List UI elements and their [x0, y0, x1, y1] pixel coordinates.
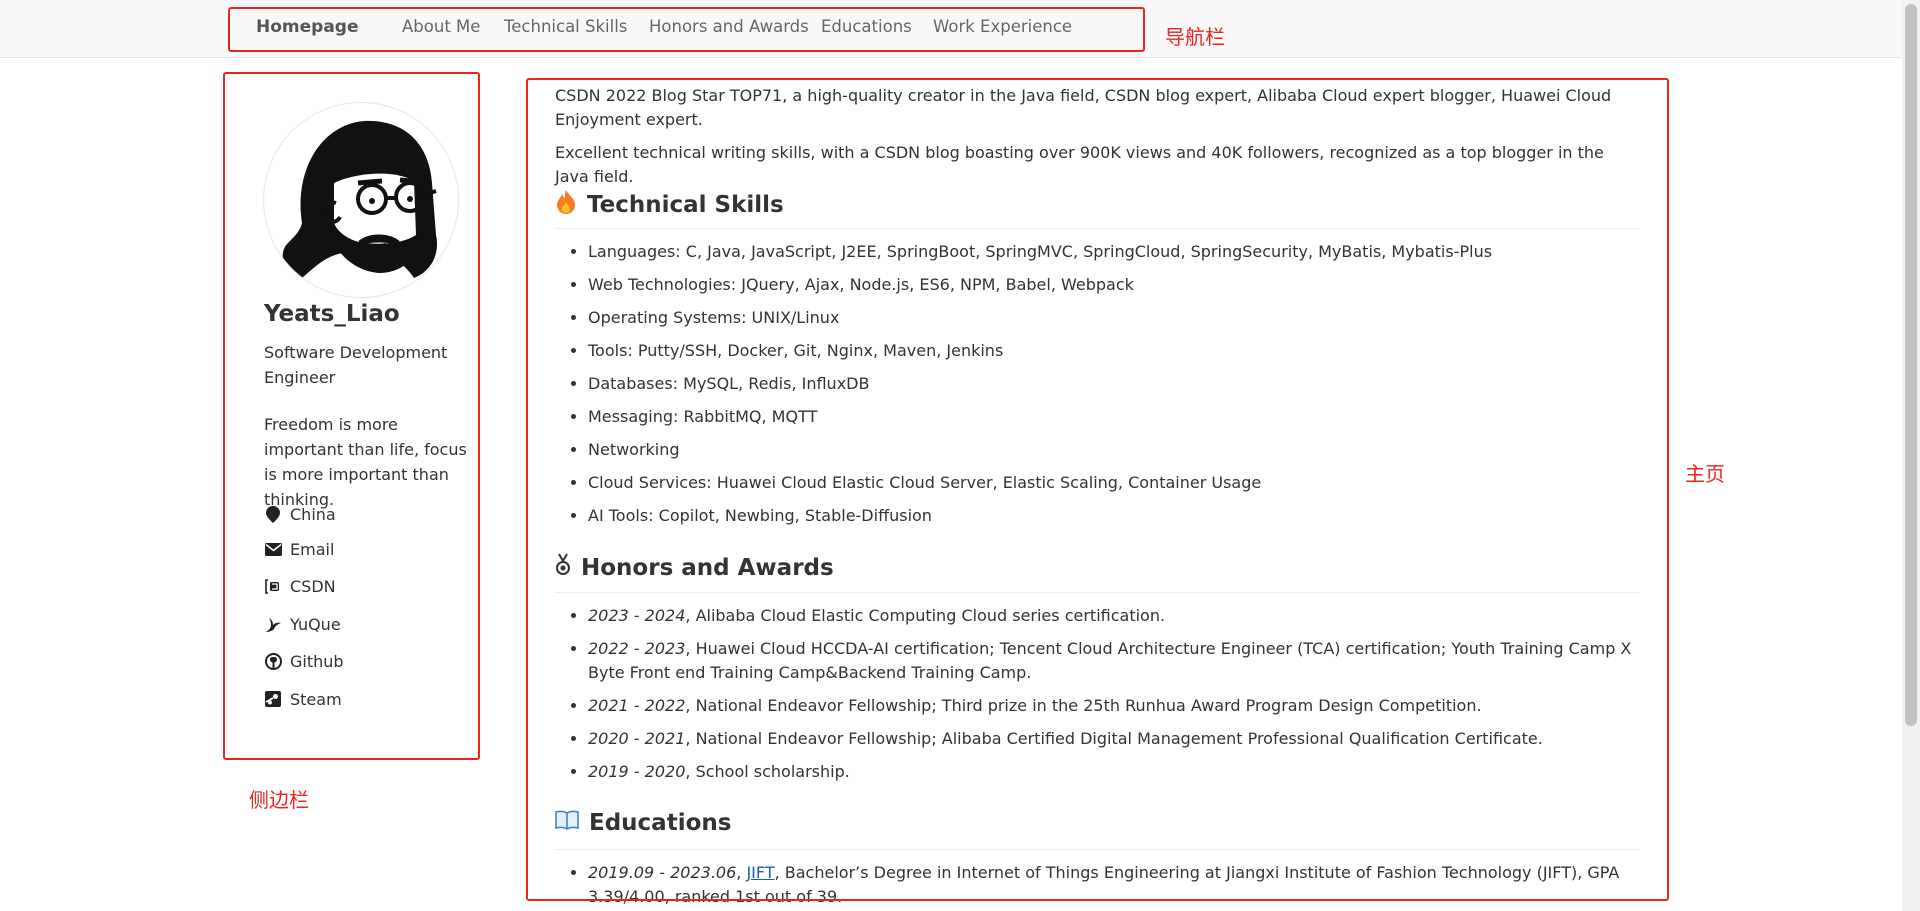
sidebar-annotation-label: 侧边栏	[249, 788, 309, 812]
scrollbar-thumb[interactable]	[1905, 4, 1917, 726]
page-scrollbar[interactable]	[1902, 0, 1920, 911]
navbar-annotation-label: 导航栏	[1165, 25, 1225, 49]
sidebar-annotation-box	[223, 72, 480, 760]
main-annotation-box	[526, 78, 1669, 901]
main-annotation-label: 主页	[1685, 462, 1725, 486]
navbar-annotation-box	[228, 7, 1145, 52]
